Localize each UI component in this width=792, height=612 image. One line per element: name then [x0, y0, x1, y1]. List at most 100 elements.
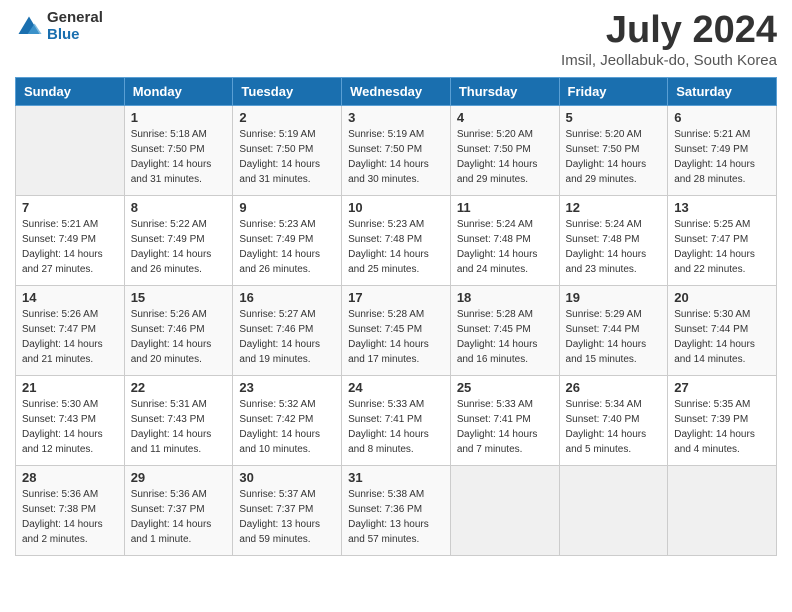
header-row: Sunday Monday Tuesday Wednesday Thursday…: [16, 77, 777, 105]
calendar-table: Sunday Monday Tuesday Wednesday Thursday…: [15, 77, 777, 556]
day-info: Sunrise: 5:26 AM Sunset: 7:46 PM Dayligh…: [131, 307, 227, 367]
logo-blue-label: Blue: [47, 27, 103, 44]
logo-general-label: General: [47, 10, 103, 27]
day-number: 9: [239, 200, 335, 215]
day-info: Sunrise: 5:28 AM Sunset: 7:45 PM Dayligh…: [348, 307, 444, 367]
calendar-cell: 17 Sunrise: 5:28 AM Sunset: 7:45 PM Dayli…: [342, 285, 451, 375]
day-number: 26: [566, 380, 662, 395]
week-row-3: 14Sunrise: 5:26 AM Sunset: 7:47 PM Dayli…: [16, 285, 777, 375]
logo-text: General Blue: [47, 10, 103, 43]
calendar-cell: 30Sunrise: 5:37 AM Sunset: 7:37 PM Dayli…: [233, 465, 342, 555]
day-number: 18: [457, 290, 553, 305]
week-row-2: 7 Sunrise: 5:21 AM Sunset: 7:49 PM Daylig…: [16, 195, 777, 285]
day-number: 5: [566, 110, 662, 125]
day-number: 23: [239, 380, 335, 395]
day-info: Sunrise: 5:32 AM Sunset: 7:42 PM Dayligh…: [239, 397, 335, 457]
day-number: 20: [674, 290, 770, 305]
day-number: 2: [239, 110, 335, 125]
day-info: Sunrise: 5:30 AM Sunset: 7:44 PM Dayligh…: [674, 307, 770, 367]
day-number: 30: [239, 470, 335, 485]
header-wednesday: Wednesday: [342, 77, 451, 105]
day-number: 1: [131, 110, 227, 125]
day-info: Sunrise: 5:31 AM Sunset: 7:43 PM Dayligh…: [131, 397, 227, 457]
day-info: Sunrise: 5:24 AM Sunset: 7:48 PM Dayligh…: [566, 217, 662, 277]
day-number: 25: [457, 380, 553, 395]
day-info: Sunrise: 5:38 AM Sunset: 7:36 PM Dayligh…: [348, 487, 444, 547]
day-info: Sunrise: 5:20 AM Sunset: 7:50 PM Dayligh…: [457, 127, 553, 187]
day-info: Sunrise: 5:20 AM Sunset: 7:50 PM Dayligh…: [566, 127, 662, 187]
day-info: Sunrise: 5:29 AM Sunset: 7:44 PM Dayligh…: [566, 307, 662, 367]
day-number: 27: [674, 380, 770, 395]
day-info: Sunrise: 5:21 AM Sunset: 7:49 PM Dayligh…: [22, 217, 118, 277]
calendar-cell: [559, 465, 668, 555]
day-number: 14: [22, 290, 118, 305]
day-info: Sunrise: 5:18 AM Sunset: 7:50 PM Dayligh…: [131, 127, 227, 187]
day-info: Sunrise: 5:19 AM Sunset: 7:50 PM Dayligh…: [239, 127, 335, 187]
calendar-cell: 14Sunrise: 5:26 AM Sunset: 7:47 PM Dayli…: [16, 285, 125, 375]
header-sunday: Sunday: [16, 77, 125, 105]
day-number: 29: [131, 470, 227, 485]
day-info: Sunrise: 5:23 AM Sunset: 7:48 PM Dayligh…: [348, 217, 444, 277]
day-number: 3: [348, 110, 444, 125]
day-number: 31: [348, 470, 444, 485]
header-tuesday: Tuesday: [233, 77, 342, 105]
logo-icon: [15, 13, 43, 41]
day-number: 17: [348, 290, 444, 305]
title-section: July 2024 Imsil, Jeollabuk-do, South Kor…: [561, 10, 777, 69]
day-info: Sunrise: 5:35 AM Sunset: 7:39 PM Dayligh…: [674, 397, 770, 457]
day-info: Sunrise: 5:33 AM Sunset: 7:41 PM Dayligh…: [348, 397, 444, 457]
calendar-cell: 21Sunrise: 5:30 AM Sunset: 7:43 PM Dayli…: [16, 375, 125, 465]
calendar-cell: 31 Sunrise: 5:38 AM Sunset: 7:36 PM Dayli…: [342, 465, 451, 555]
day-info: Sunrise: 5:25 AM Sunset: 7:47 PM Dayligh…: [674, 217, 770, 277]
location-subtitle: Imsil, Jeollabuk-do, South Korea: [561, 52, 777, 69]
calendar-cell: [450, 465, 559, 555]
calendar-cell: 15Sunrise: 5:26 AM Sunset: 7:46 PM Dayli…: [124, 285, 233, 375]
day-number: 24: [348, 380, 444, 395]
week-row-5: 28Sunrise: 5:36 AM Sunset: 7:38 PM Dayli…: [16, 465, 777, 555]
day-info: Sunrise: 5:28 AM Sunset: 7:45 PM Dayligh…: [457, 307, 553, 367]
calendar-cell: 29Sunrise: 5:36 AM Sunset: 7:37 PM Dayli…: [124, 465, 233, 555]
calendar-cell: 20 Sunrise: 5:30 AM Sunset: 7:44 PM Dayli…: [668, 285, 777, 375]
day-info: Sunrise: 5:19 AM Sunset: 7:50 PM Dayligh…: [348, 127, 444, 187]
day-number: 7: [22, 200, 118, 215]
calendar-cell: [668, 465, 777, 555]
header-thursday: Thursday: [450, 77, 559, 105]
day-number: 8: [131, 200, 227, 215]
calendar-cell: 1 Sunrise: 5:18 AM Sunset: 7:50 PM Daylig…: [124, 105, 233, 195]
day-info: Sunrise: 5:34 AM Sunset: 7:40 PM Dayligh…: [566, 397, 662, 457]
calendar-cell: 23 Sunrise: 5:32 AM Sunset: 7:42 PM Dayli…: [233, 375, 342, 465]
calendar-cell: 27 Sunrise: 5:35 AM Sunset: 7:39 PM Dayli…: [668, 375, 777, 465]
day-number: 12: [566, 200, 662, 215]
calendar-cell: 4 Sunrise: 5:20 AM Sunset: 7:50 PM Daylig…: [450, 105, 559, 195]
calendar-cell: 24 Sunrise: 5:33 AM Sunset: 7:41 PM Dayli…: [342, 375, 451, 465]
logo: General Blue: [15, 10, 103, 43]
day-info: Sunrise: 5:21 AM Sunset: 7:49 PM Dayligh…: [674, 127, 770, 187]
calendar-cell: 8Sunrise: 5:22 AM Sunset: 7:49 PM Daylig…: [124, 195, 233, 285]
day-info: Sunrise: 5:33 AM Sunset: 7:41 PM Dayligh…: [457, 397, 553, 457]
calendar-cell: 26 Sunrise: 5:34 AM Sunset: 7:40 PM Dayli…: [559, 375, 668, 465]
calendar-cell: 28Sunrise: 5:36 AM Sunset: 7:38 PM Dayli…: [16, 465, 125, 555]
calendar-cell: 18 Sunrise: 5:28 AM Sunset: 7:45 PM Dayli…: [450, 285, 559, 375]
calendar-cell: 12 Sunrise: 5:24 AM Sunset: 7:48 PM Dayli…: [559, 195, 668, 285]
day-info: Sunrise: 5:24 AM Sunset: 7:48 PM Dayligh…: [457, 217, 553, 277]
calendar-cell: 7 Sunrise: 5:21 AM Sunset: 7:49 PM Daylig…: [16, 195, 125, 285]
calendar-cell: 22 Sunrise: 5:31 AM Sunset: 7:43 PM Dayli…: [124, 375, 233, 465]
calendar-cell: 9 Sunrise: 5:23 AM Sunset: 7:49 PM Daylig…: [233, 195, 342, 285]
day-number: 10: [348, 200, 444, 215]
calendar-cell: 13Sunrise: 5:25 AM Sunset: 7:47 PM Dayli…: [668, 195, 777, 285]
calendar-cell: 11 Sunrise: 5:24 AM Sunset: 7:48 PM Dayli…: [450, 195, 559, 285]
day-number: 6: [674, 110, 770, 125]
day-number: 19: [566, 290, 662, 305]
week-row-4: 21Sunrise: 5:30 AM Sunset: 7:43 PM Dayli…: [16, 375, 777, 465]
calendar-cell: 19 Sunrise: 5:29 AM Sunset: 7:44 PM Dayli…: [559, 285, 668, 375]
header-friday: Friday: [559, 77, 668, 105]
day-number: 11: [457, 200, 553, 215]
day-info: Sunrise: 5:36 AM Sunset: 7:38 PM Dayligh…: [22, 487, 118, 547]
calendar-cell: 16Sunrise: 5:27 AM Sunset: 7:46 PM Dayli…: [233, 285, 342, 375]
day-info: Sunrise: 5:23 AM Sunset: 7:49 PM Dayligh…: [239, 217, 335, 277]
day-info: Sunrise: 5:27 AM Sunset: 7:46 PM Dayligh…: [239, 307, 335, 367]
day-number: 4: [457, 110, 553, 125]
week-row-1: 1 Sunrise: 5:18 AM Sunset: 7:50 PM Daylig…: [16, 105, 777, 195]
day-number: 22: [131, 380, 227, 395]
calendar-cell: 3 Sunrise: 5:19 AM Sunset: 7:50 PM Daylig…: [342, 105, 451, 195]
